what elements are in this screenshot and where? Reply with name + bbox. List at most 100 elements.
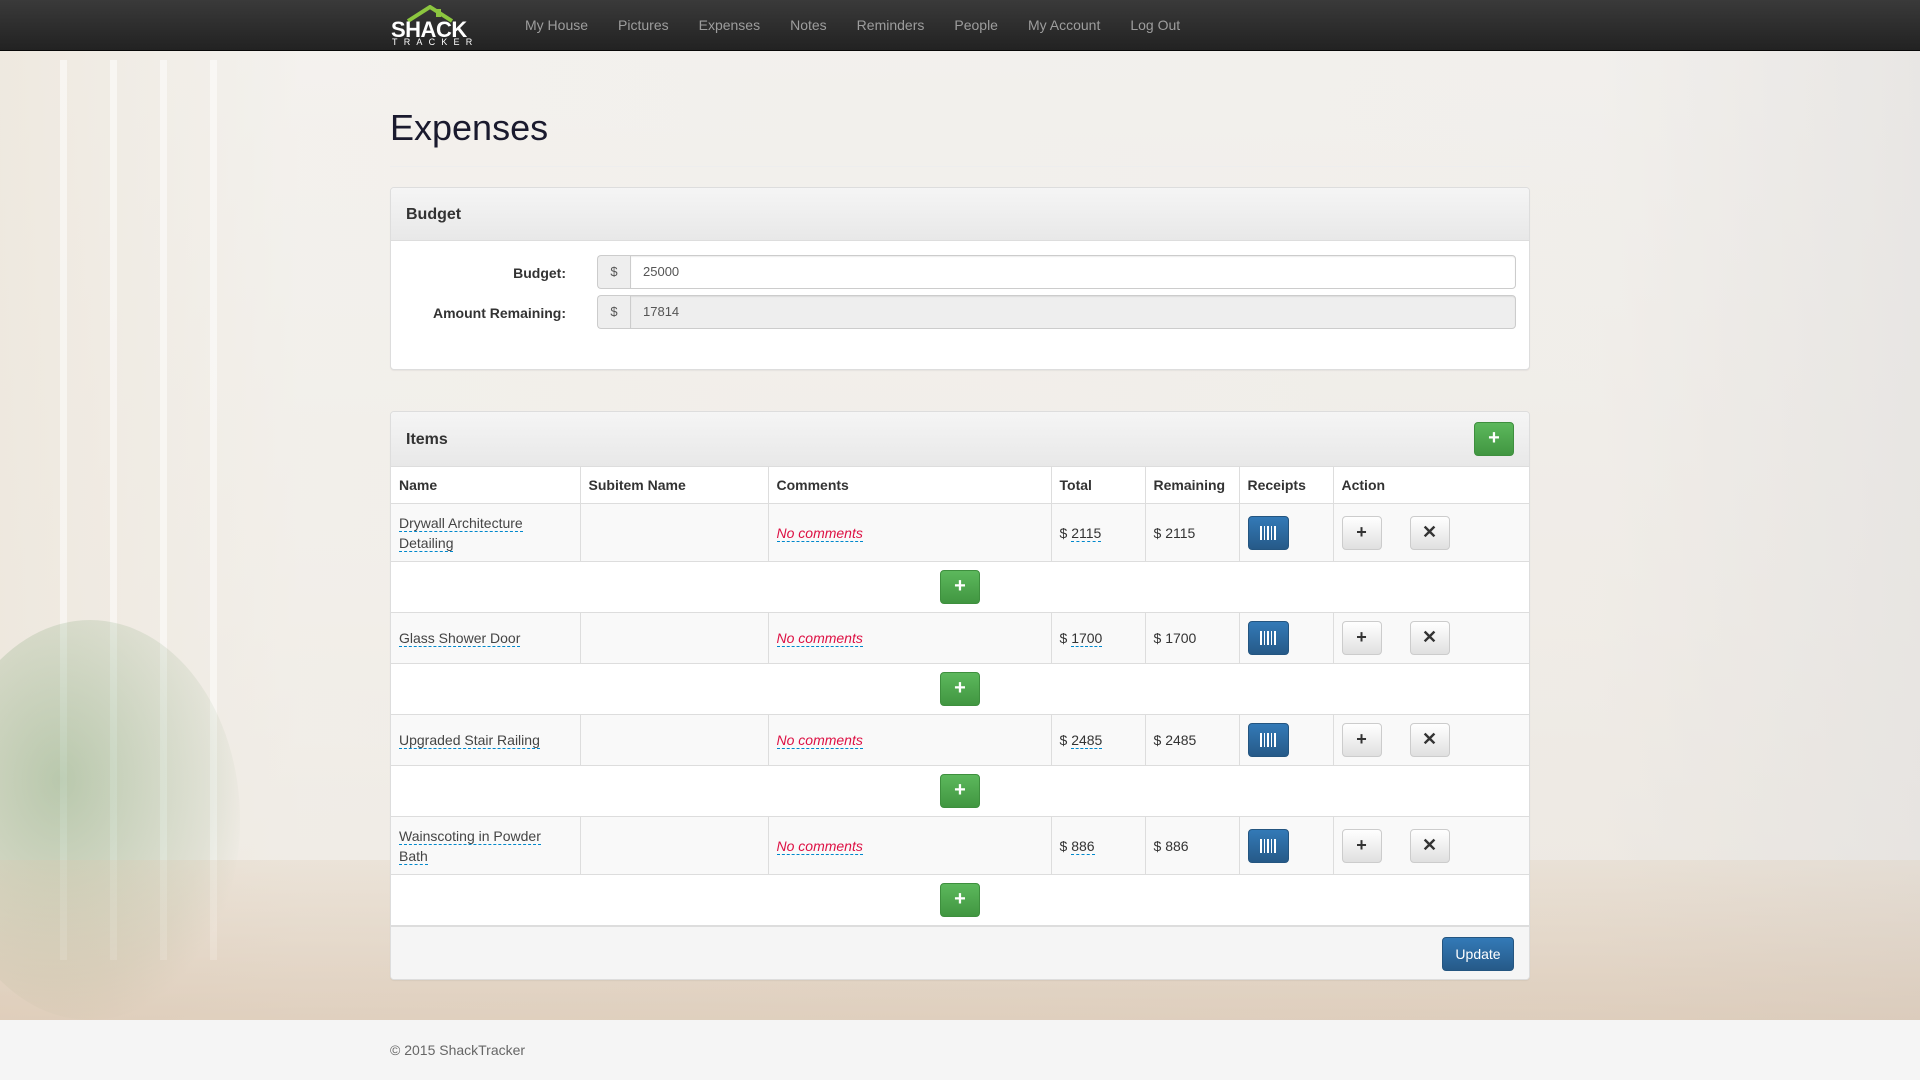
item-comment[interactable]: No comments xyxy=(776,630,863,648)
page-footer: © 2015 ShackTracker xyxy=(0,1020,1920,1080)
add-subitem-button[interactable]: + xyxy=(1341,828,1382,863)
nav-notes[interactable]: Notes xyxy=(775,0,842,51)
delete-item-button[interactable]: ✕ xyxy=(1409,723,1450,758)
plus-icon: + xyxy=(954,575,966,598)
plus-icon: + xyxy=(1356,729,1367,750)
items-panel-title: Items xyxy=(406,430,448,448)
action-cell: + ✕ xyxy=(1332,503,1529,563)
add-subitem-cell: + xyxy=(391,765,1529,818)
item-total[interactable]: 2115 xyxy=(1071,524,1102,542)
currency-symbol: $ xyxy=(1153,524,1162,541)
name-cell: Wainscoting in Powder Bath xyxy=(391,816,580,876)
subitem-cell xyxy=(579,612,768,665)
item-comment[interactable]: No comments xyxy=(776,732,863,750)
column-header-total[interactable]: Total xyxy=(1050,466,1145,505)
currency-symbol: $ xyxy=(1059,732,1068,749)
column-header-receipts[interactable]: Receipts xyxy=(1238,466,1333,505)
add-item-button[interactable]: + xyxy=(1474,421,1514,456)
item-comment[interactable]: No comments xyxy=(776,837,863,855)
add-subitem-button[interactable]: + xyxy=(1341,723,1382,758)
receipts-button[interactable] xyxy=(1247,828,1289,863)
nav-log-out[interactable]: Log Out xyxy=(1115,0,1195,51)
comments-cell: No comments xyxy=(767,503,1051,563)
remaining-cell: $ 886 xyxy=(1144,816,1239,876)
currency-symbol: $ xyxy=(1153,732,1162,749)
item-total[interactable]: 1700 xyxy=(1071,630,1103,648)
plus-icon: + xyxy=(954,779,966,802)
budget-input-group: $ xyxy=(597,254,1516,289)
items-panel-heading: Items + xyxy=(391,411,1529,467)
table-row: Wainscoting in Powder Bath No comments $… xyxy=(391,816,1529,876)
table-header-row: Name Subitem Name Comments Total Remaini… xyxy=(391,466,1529,505)
comments-cell: No comments xyxy=(767,612,1051,665)
brand-logo[interactable]: SHACK TRACKER xyxy=(390,5,496,47)
item-name[interactable]: Upgraded Stair Railing xyxy=(399,732,540,750)
add-subitem-green-button[interactable]: + xyxy=(940,883,980,918)
action-cell: + ✕ xyxy=(1332,612,1529,665)
remaining-cell: $ 2115 xyxy=(1144,503,1239,563)
update-button[interactable]: Update xyxy=(1442,937,1514,972)
page-header: Expenses xyxy=(390,108,1530,167)
remaining-input xyxy=(630,294,1516,329)
barcode-icon xyxy=(1260,631,1276,646)
plus-icon: + xyxy=(1356,627,1367,648)
table-row: Upgraded Stair Railing No comments $ 248… xyxy=(391,714,1529,767)
column-header-subitem[interactable]: Subitem Name xyxy=(579,466,768,505)
add-subitem-button[interactable]: + xyxy=(1341,515,1382,550)
delete-item-button[interactable]: ✕ xyxy=(1409,828,1450,863)
receipts-cell xyxy=(1238,714,1333,767)
add-subitem-cell: + xyxy=(391,561,1529,614)
add-subitem-row: + xyxy=(391,663,1529,716)
currency-symbol: $ xyxy=(1059,837,1068,854)
add-subitem-green-button[interactable]: + xyxy=(940,672,980,707)
add-subitem-row: + xyxy=(391,561,1529,614)
barcode-icon xyxy=(1260,838,1276,853)
add-subitem-green-button[interactable]: + xyxy=(940,570,980,605)
item-total[interactable]: 2485 xyxy=(1071,732,1103,750)
item-name[interactable]: Drywall Architecture Detailing xyxy=(399,514,523,552)
table-row: Drywall Architecture Detailing No commen… xyxy=(391,503,1529,563)
remaining-input-group: $ xyxy=(597,294,1516,329)
remaining-cell: $ 2485 xyxy=(1144,714,1239,767)
nav-people[interactable]: People xyxy=(939,0,1013,51)
plus-icon: + xyxy=(1356,834,1367,855)
receipts-button[interactable] xyxy=(1247,515,1289,550)
item-name[interactable]: Wainscoting in Powder Bath xyxy=(399,827,541,865)
item-name[interactable]: Glass Shower Door xyxy=(399,630,521,648)
total-cell: $ 2115 xyxy=(1050,503,1145,563)
add-subitem-button[interactable]: + xyxy=(1341,621,1382,656)
item-total[interactable]: 886 xyxy=(1071,837,1095,855)
currency-addon: $ xyxy=(597,254,630,289)
currency-symbol: $ xyxy=(1059,630,1068,647)
add-subitem-green-button[interactable]: + xyxy=(940,774,980,809)
barcode-icon xyxy=(1260,733,1276,748)
budget-input[interactable] xyxy=(630,254,1516,289)
receipts-button[interactable] xyxy=(1247,723,1289,758)
item-comment[interactable]: No comments xyxy=(776,524,863,542)
nav-my-house[interactable]: My House xyxy=(510,0,603,51)
column-header-name[interactable]: Name xyxy=(391,466,580,505)
subitem-cell xyxy=(579,714,768,767)
remaining-row: Amount Remaining: $ xyxy=(391,290,1529,339)
nav-my-account[interactable]: My Account xyxy=(1013,0,1115,51)
nav-pictures[interactable]: Pictures xyxy=(603,0,684,51)
items-panel: Items + Name Subitem Name Comments Total… xyxy=(390,410,1530,981)
nav-expenses[interactable]: Expenses xyxy=(684,0,775,51)
receipts-button[interactable] xyxy=(1247,621,1289,656)
currency-symbol: $ xyxy=(1153,630,1162,647)
budget-panel-title: Budget xyxy=(406,205,462,223)
column-header-remaining[interactable]: Remaining xyxy=(1144,466,1239,505)
column-header-action[interactable]: Action xyxy=(1332,466,1529,505)
close-icon: ✕ xyxy=(1421,521,1438,542)
nav-reminders[interactable]: Reminders xyxy=(842,0,940,51)
total-cell: $ 886 xyxy=(1050,816,1145,876)
navbar: SHACK TRACKER My House Pictures Expenses… xyxy=(0,0,1920,51)
column-header-comments[interactable]: Comments xyxy=(767,466,1051,505)
delete-item-button[interactable]: ✕ xyxy=(1409,515,1450,550)
plus-icon: + xyxy=(1488,426,1500,449)
budget-row: Budget: $ xyxy=(391,241,1529,290)
budget-panel-heading: Budget xyxy=(391,187,1529,241)
page-title: Expenses xyxy=(390,107,549,148)
budget-label: Budget: xyxy=(513,264,566,281)
delete-item-button[interactable]: ✕ xyxy=(1409,621,1450,656)
